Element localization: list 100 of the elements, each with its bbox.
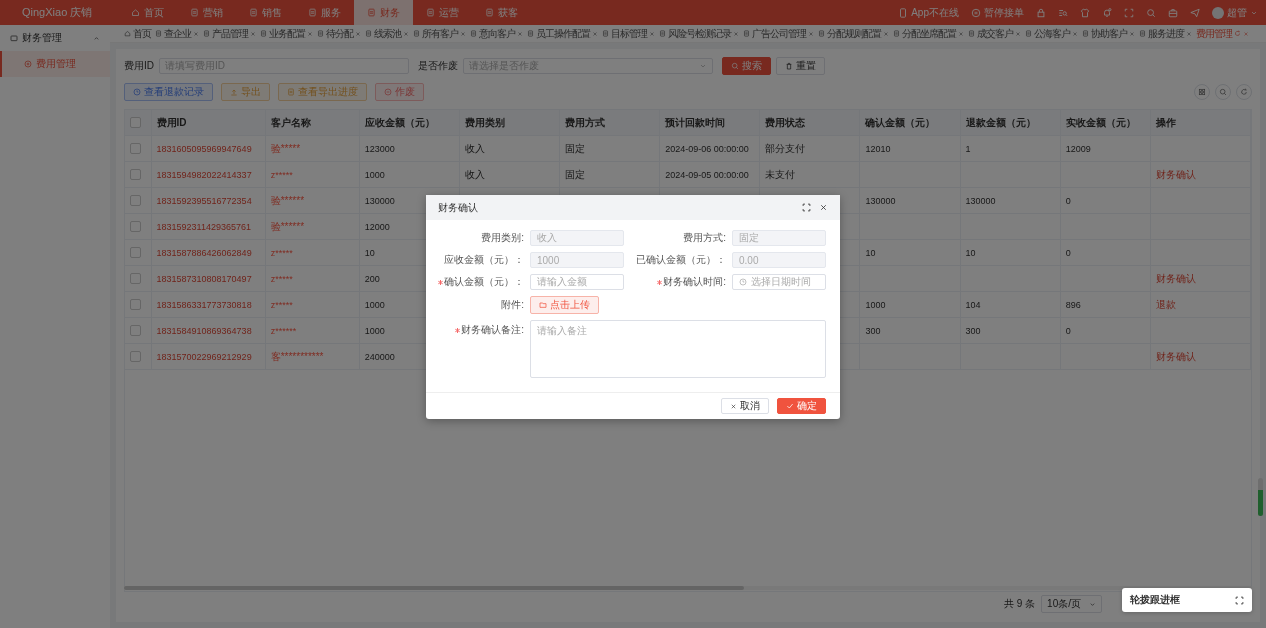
page-tab[interactable]: 所有客户 (411, 25, 468, 42)
reset-button[interactable]: 重置 (776, 57, 825, 75)
app-logo: QingXiao 庆销 (21, 5, 94, 20)
document-icon (1025, 30, 1032, 37)
close-icon[interactable] (250, 30, 256, 37)
upload-button[interactable]: 点击上传 (530, 296, 599, 314)
cancel-button[interactable]: 取消 (721, 398, 769, 414)
close-icon[interactable] (193, 30, 199, 37)
fee-id-link[interactable]: 1831587886426062849 (156, 247, 252, 258)
close-icon[interactable] (1243, 30, 1249, 37)
page-tab[interactable]: 分配坐席配置 (891, 25, 966, 42)
toolbar-button[interactable]: 查看退款记录 (124, 83, 213, 101)
page-tab[interactable]: 分配规则配置 (816, 25, 891, 42)
search-icon (1219, 88, 1227, 96)
search-button[interactable]: 搜索 (722, 57, 771, 75)
nav-item[interactable]: 营销 (177, 0, 236, 25)
page-tab[interactable]: 广告公司管理 (741, 25, 816, 42)
toolbar-button[interactable]: 导出 (221, 83, 270, 101)
page-tab[interactable]: 首页 (122, 25, 153, 42)
action-link[interactable]: 退款 (1155, 298, 1176, 310)
fee-id-link[interactable]: 1831592311429365761 (156, 221, 251, 232)
page-tab[interactable]: 协助客户 (1080, 25, 1137, 42)
amount-input[interactable]: 请输入金额 (530, 274, 624, 290)
readonly-field[interactable]: 0.00 (732, 252, 826, 268)
action-link[interactable]: 财务确认 (1155, 168, 1196, 180)
fee-id-link[interactable]: 1831570022969212929 (156, 351, 252, 362)
sidebar-item[interactable]: 费用管理 (0, 51, 110, 77)
page-tab[interactable]: 查企业 (153, 25, 201, 42)
close-icon[interactable] (460, 30, 466, 37)
fee-id-link[interactable]: 1831587310808170497 (156, 273, 252, 284)
page-tab[interactable]: 线索池 (363, 25, 411, 42)
nav-item[interactable]: 财务 (354, 0, 413, 25)
readonly-field[interactable]: 固定 (732, 230, 826, 246)
nav-item[interactable]: 销售 (236, 0, 295, 25)
row-checkbox[interactable] (130, 273, 141, 284)
document-icon (155, 30, 162, 37)
page-tab[interactable]: 目标管理 (600, 25, 657, 42)
page-size-select[interactable]: 10条/页 (1041, 595, 1102, 613)
grid-toggle-button[interactable] (1194, 84, 1210, 100)
fee-id-link[interactable]: 1831584910869364738 (156, 325, 252, 336)
page-tab[interactable]: 业务配置 (258, 25, 315, 42)
page-tab[interactable]: 员工操作配置 (525, 25, 600, 42)
close-icon[interactable] (307, 30, 313, 37)
page-tab[interactable]: 公海客户 (1023, 25, 1080, 42)
fee-id-link[interactable]: 1831592395516772354 (156, 195, 252, 206)
search-button[interactable] (1215, 84, 1231, 100)
refresh-button[interactable] (1236, 84, 1252, 100)
page-tab[interactable]: 待分配 (315, 25, 363, 42)
close-icon[interactable] (355, 30, 361, 37)
action-link[interactable]: 财务确认 (1155, 350, 1196, 362)
close-icon[interactable] (403, 30, 409, 37)
table-cell: z***** (270, 169, 293, 180)
row-checkbox[interactable] (130, 143, 141, 154)
nav-item[interactable]: 服务 (295, 0, 354, 25)
status-text[interactable]: App不在线 (911, 5, 959, 20)
sidebar-group[interactable]: 财务管理 (0, 25, 110, 51)
home-icon (124, 30, 131, 37)
close-icon[interactable] (883, 30, 889, 37)
page-tab[interactable]: 服务进度 (1137, 25, 1194, 42)
avatar[interactable] (1212, 6, 1224, 19)
close-icon[interactable] (517, 30, 523, 37)
date-time-picker[interactable]: 选择日期时间 (732, 274, 826, 290)
row-checkbox[interactable] (130, 299, 141, 310)
nav-item[interactable]: 运营 (413, 0, 472, 25)
page-tab[interactable]: 费用管理 (1194, 25, 1251, 42)
table-cell: z***** (270, 247, 293, 258)
page-tab[interactable]: 意向客户 (468, 25, 525, 42)
nav-item[interactable]: 获客 (472, 0, 531, 25)
select-all-checkbox[interactable] (130, 117, 141, 128)
row-checkbox[interactable] (130, 325, 141, 336)
row-checkbox[interactable] (130, 195, 141, 206)
user-name[interactable]: 超管 (1227, 5, 1247, 20)
remarks-textarea[interactable]: 请输入备注 (530, 320, 826, 378)
close-icon[interactable] (1186, 30, 1192, 37)
close-icon[interactable] (958, 30, 964, 37)
close-icon[interactable] (1072, 30, 1078, 37)
readonly-field[interactable]: 收入 (530, 230, 624, 246)
close-icon[interactable] (1129, 30, 1135, 37)
page-tab[interactable]: 风险号检测记录 (657, 25, 741, 42)
row-checkbox[interactable] (130, 221, 141, 232)
action-link[interactable]: 财务确认 (1155, 272, 1196, 284)
page-tab[interactable]: 产品管理 (201, 25, 258, 42)
row-checkbox[interactable] (130, 247, 141, 258)
fee-id-link[interactable]: 1831605095969947649 (156, 143, 252, 154)
page-tab[interactable]: 成交客户 (966, 25, 1023, 42)
close-icon[interactable] (592, 30, 598, 37)
field-label: 财务确认备注: (461, 323, 524, 337)
close-icon[interactable] (1015, 30, 1021, 37)
fee-id-link[interactable]: 1831594982022414337 (156, 169, 252, 180)
close-icon[interactable] (808, 30, 814, 37)
row-checkbox[interactable] (130, 351, 141, 362)
confirm-button[interactable]: 确定 (777, 398, 826, 414)
status-text[interactable]: 暂停接单 (984, 5, 1024, 20)
readonly-field[interactable]: 1000 (530, 252, 624, 268)
row-checkbox[interactable] (130, 169, 141, 180)
close-icon[interactable] (733, 30, 739, 37)
close-icon[interactable] (649, 30, 655, 37)
fee-id-link[interactable]: 1831586331773730818 (156, 299, 252, 310)
nav-item[interactable]: 首页 (118, 0, 177, 25)
toolbar-button[interactable]: 查看导出进度 (278, 83, 367, 101)
